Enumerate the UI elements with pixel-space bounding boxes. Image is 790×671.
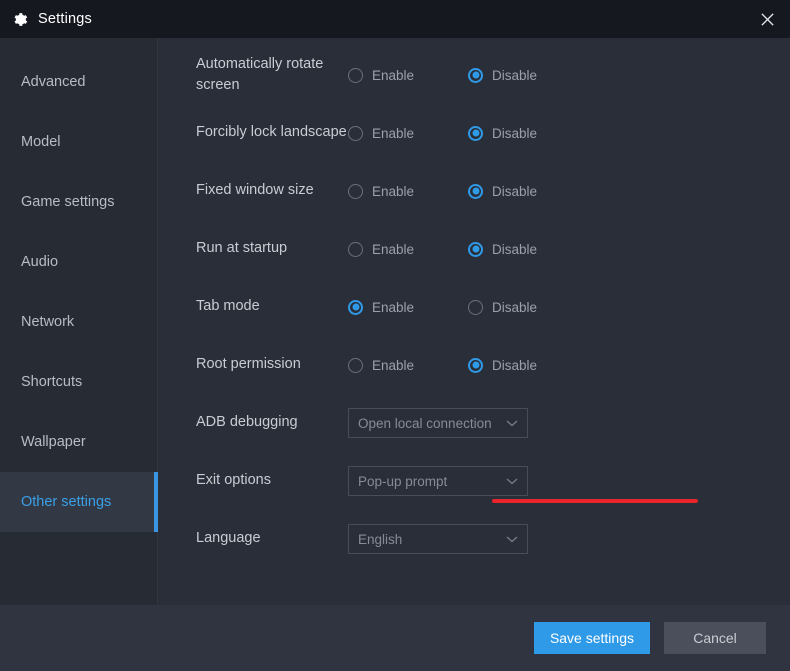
setting-label: Root permission [196,356,301,373]
radio-group: Enable Disable [348,125,538,141]
setting-row-tab-mode: Tab mode Enable Disable [196,278,790,336]
setting-label: Language [196,530,261,547]
cancel-button[interactable]: Cancel [664,622,766,654]
radio-label: Disable [492,125,538,141]
radio-option-enable[interactable]: Enable [348,125,468,141]
radio-option-disable[interactable]: Disable [468,183,538,199]
radio-indicator [468,183,483,199]
radio-indicator [468,299,483,315]
chevron-down-icon [506,535,518,543]
sidebar-item-advanced[interactable]: Advanced [0,52,157,112]
setting-label: Automatically rotate screen [196,55,324,93]
radio-option-enable[interactable]: Enable [348,67,468,83]
sidebar-item-game-settings[interactable]: Game settings [0,172,157,232]
radio-indicator [348,357,363,373]
radio-option-enable[interactable]: Enable [348,241,468,257]
sidebar-item-label: Audio [21,254,59,270]
radio-label: Disable [492,183,538,199]
sidebar: Advanced Model Game settings Audio Netwo… [0,38,158,605]
setting-row-automatically-rotate-screen: Automatically rotate screen Enable Disab… [196,46,790,104]
sidebar-item-wallpaper[interactable]: Wallpaper [0,412,157,472]
close-icon[interactable] [744,0,790,38]
select-value: English [358,531,403,547]
language-select[interactable]: English [348,524,528,554]
radio-label: Enable [372,183,415,199]
sidebar-item-audio[interactable]: Audio [0,232,157,292]
radio-indicator [348,183,363,199]
settings-window: Settings Advanced Model Game settings Au… [0,0,790,671]
radio-indicator [348,125,363,141]
gear-icon [9,9,29,29]
radio-option-enable[interactable]: Enable [348,183,468,199]
setting-label: Run at startup [196,240,288,257]
radio-option-disable[interactable]: Disable [468,299,538,315]
radio-label: Disable [492,299,538,315]
radio-indicator [348,67,363,83]
settings-content: Automatically rotate screen Enable Disab… [158,38,790,605]
save-settings-button[interactable]: Save settings [533,622,650,654]
chevron-down-icon [506,419,518,427]
radio-group: Enable Disable [348,67,538,83]
radio-indicator [468,241,483,257]
sidebar-item-model[interactable]: Model [0,112,157,172]
radio-label: Enable [372,357,415,373]
adb-debugging-select[interactable]: Open local connection [348,408,528,438]
setting-label: Forcibly lock landscape [196,124,347,141]
radio-label: Disable [492,67,538,83]
radio-label: Enable [372,67,415,83]
radio-option-enable[interactable]: Enable [348,299,468,315]
sidebar-item-shortcuts[interactable]: Shortcuts [0,352,157,412]
radio-indicator [468,357,483,373]
radio-group: Enable Disable [348,241,538,257]
radio-indicator [468,125,483,141]
setting-row-language: Language English [196,510,790,568]
exit-options-select[interactable]: Pop-up prompt [348,466,528,496]
radio-group: Enable Disable [348,299,538,315]
setting-label: Exit options [196,472,271,489]
radio-label: Disable [492,241,538,257]
footer-bar: Save settings Cancel [0,605,790,671]
setting-label: ADB debugging [196,414,298,431]
radio-option-disable[interactable]: Disable [468,357,538,373]
radio-label: Enable [372,125,415,141]
radio-label: Disable [492,357,538,373]
radio-option-disable[interactable]: Disable [468,241,538,257]
setting-label: Fixed window size [196,182,314,199]
radio-label: Enable [372,299,415,315]
setting-row-forcibly-lock-landscape: Forcibly lock landscape Enable Disable [196,104,790,162]
radio-group: Enable Disable [348,357,538,373]
radio-option-enable[interactable]: Enable [348,357,468,373]
setting-row-fixed-window-size: Fixed window size Enable Disable [196,162,790,220]
title-bar: Settings [0,0,790,38]
sidebar-item-label: Wallpaper [21,434,86,450]
setting-row-adb-debugging: ADB debugging Open local connection [196,394,790,452]
radio-indicator [468,67,483,83]
sidebar-item-label: Other settings [21,494,112,510]
sidebar-item-label: Network [21,314,75,330]
radio-indicator [348,241,363,257]
window-title: Settings [38,11,92,27]
sidebar-item-label: Shortcuts [21,374,83,390]
radio-option-disable[interactable]: Disable [468,67,538,83]
sidebar-item-network[interactable]: Network [0,292,157,352]
radio-indicator [348,299,363,315]
radio-group: Enable Disable [348,183,538,199]
radio-label: Enable [372,241,415,257]
sidebar-item-other-settings[interactable]: Other settings [0,472,158,532]
setting-label: Tab mode [196,298,260,315]
sidebar-item-label: Game settings [21,194,115,210]
radio-option-disable[interactable]: Disable [468,125,538,141]
setting-row-root-permission: Root permission Enable Disable [196,336,790,394]
sidebar-item-label: Advanced [21,74,86,90]
annotation-underline [492,499,698,503]
chevron-down-icon [506,477,518,485]
select-value: Pop-up prompt [358,473,448,489]
setting-row-run-at-startup: Run at startup Enable Disable [196,220,790,278]
window-body: Advanced Model Game settings Audio Netwo… [0,38,790,605]
sidebar-item-label: Model [21,134,61,150]
select-value: Open local connection [358,415,492,431]
